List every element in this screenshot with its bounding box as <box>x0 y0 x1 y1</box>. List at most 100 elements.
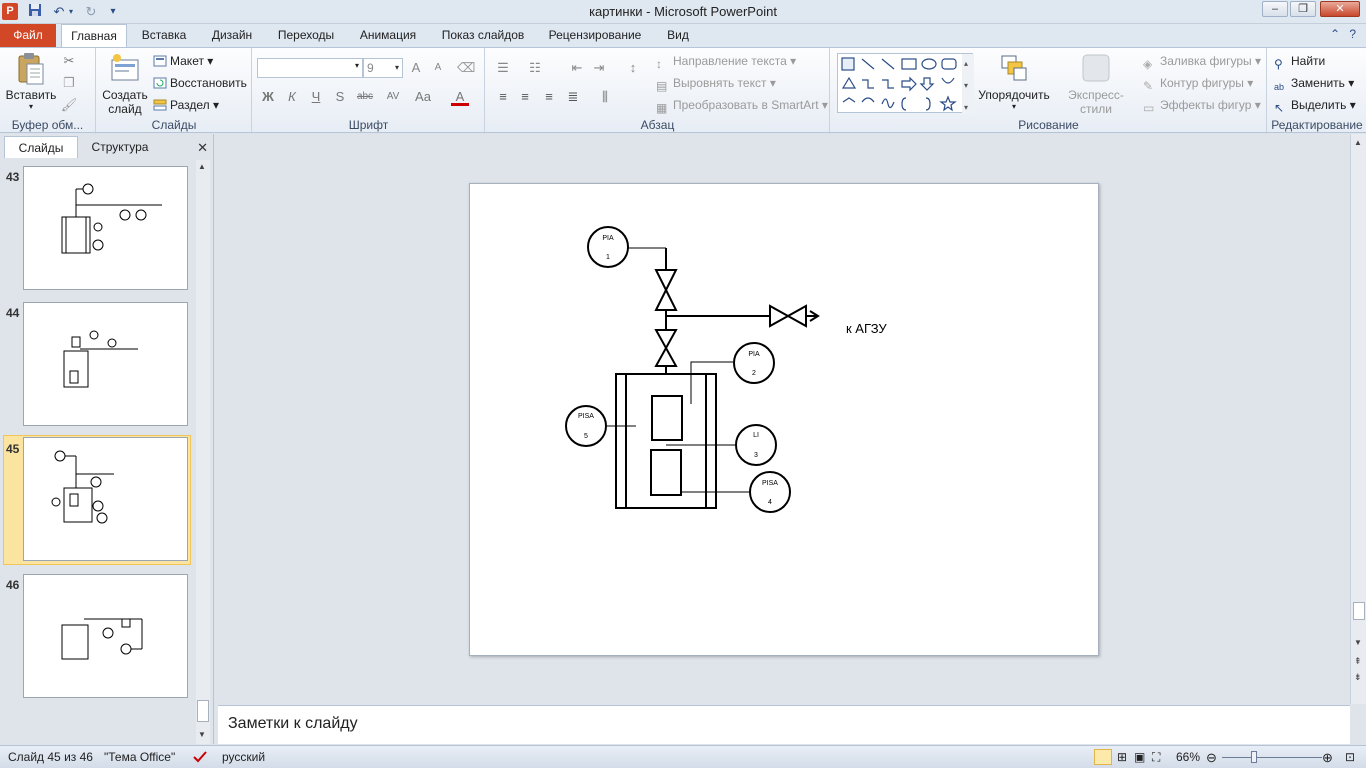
decrease-indent-icon[interactable]: ⇤ <box>568 59 586 77</box>
arrange-button[interactable]: Упорядочить ▾ <box>977 52 1051 111</box>
slide-thumbnail-45[interactable] <box>23 437 188 561</box>
justify-icon[interactable]: ≣ <box>564 88 582 106</box>
tab-slideshow[interactable]: Показ слайдов <box>436 24 530 47</box>
help-icon[interactable]: ? <box>1349 27 1356 41</box>
shapes-gallery[interactable]: ▴ ▾ ▾ <box>837 53 974 114</box>
format-painter-icon[interactable]: 🖌 <box>60 96 78 114</box>
tab-design[interactable]: Дизайн <box>203 24 261 47</box>
align-center-icon[interactable]: ≡ <box>516 88 534 106</box>
align-text-button[interactable]: ▤ Выровнять текст ▾ <box>656 74 776 93</box>
scroll-down-icon[interactable]: ▼ <box>1354 638 1362 647</box>
notes-pane[interactable]: Заметки к слайду <box>218 705 1350 744</box>
reset-button[interactable]: Восстановить <box>153 74 247 92</box>
bullets-icon[interactable]: ☰ <box>494 59 512 77</box>
scroll-up-icon[interactable]: ▲ <box>1354 138 1362 147</box>
new-slide-label-1: Создать <box>102 88 148 102</box>
tab-animation[interactable]: Анимация <box>352 24 424 47</box>
maximize-button[interactable]: ❐ <box>1290 1 1316 17</box>
zoom-level[interactable]: 66% <box>1176 750 1200 764</box>
horizontal-valve-right <box>785 304 807 328</box>
cut-icon[interactable]: ✂ <box>60 52 78 70</box>
next-slide-icon[interactable]: ⇟ <box>1354 672 1362 683</box>
scroll-thumb[interactable] <box>197 700 209 722</box>
columns-icon[interactable]: ⫼ <box>596 88 614 106</box>
tab-view[interactable]: Вид <box>660 24 696 47</box>
font-color-button[interactable]: A <box>451 88 469 106</box>
font-name-combo[interactable]: ▾ <box>257 58 363 78</box>
shape-effects-button[interactable]: ▭ Эффекты фигур ▾ <box>1143 96 1261 115</box>
tab-file[interactable]: Файл <box>0 24 56 47</box>
tab-slides[interactable]: Слайды <box>4 136 78 158</box>
minimize-button[interactable]: – <box>1262 1 1288 17</box>
language-indicator[interactable]: русский <box>222 750 265 764</box>
find-button[interactable]: ⚲ Найти <box>1274 52 1325 71</box>
normal-view-icon[interactable] <box>1094 749 1112 765</box>
tab-insert[interactable]: Вставка <box>135 24 193 47</box>
font-group-label: Шрифт <box>348 118 389 132</box>
shrink-font-button[interactable]: A <box>429 59 447 77</box>
select-button[interactable]: ↖ Выделить ▾ <box>1274 96 1356 115</box>
align-left-icon[interactable]: ≡ <box>494 88 512 106</box>
thumbnail-number: 44 <box>6 306 20 320</box>
copy-icon[interactable]: ❐ <box>60 74 78 92</box>
zoom-slider-thumb[interactable] <box>1251 751 1257 763</box>
thumbnails-scrollbar[interactable]: ▲ ▼ <box>196 160 210 744</box>
shape-outline-button[interactable]: ✎ Контур фигуры ▾ <box>1143 74 1253 93</box>
zoom-out-icon[interactable]: ⊖ <box>1206 750 1217 766</box>
shape-outline-label: Контур фигуры <box>1160 76 1244 90</box>
shadow-button[interactable]: S <box>331 88 349 106</box>
slide-scrollbar[interactable]: ▲ ▼ ⇞ ⇟ <box>1350 134 1366 704</box>
italic-button[interactable]: К <box>283 88 301 106</box>
replace-button[interactable]: ab Заменить ▾ <box>1274 74 1354 92</box>
shape-fill-button[interactable]: ◈ Заливка фигуры ▾ <box>1143 52 1261 71</box>
char-spacing-button[interactable]: AV <box>381 88 405 106</box>
numbering-icon[interactable]: ☷ <box>526 59 544 77</box>
scroll-thumb[interactable] <box>1353 602 1365 620</box>
editing-group-label: Редактирование <box>1271 118 1363 132</box>
pencil-icon: ✎ <box>1143 79 1154 93</box>
bold-button[interactable]: Ж <box>259 88 277 106</box>
collapse-ribbon-icon[interactable]: ⌃ <box>1330 27 1340 41</box>
tab-home[interactable]: Главная <box>61 24 127 47</box>
strikethrough-button[interactable]: abc <box>353 88 377 106</box>
theme-name[interactable]: "Тема Office" <box>104 750 175 764</box>
layout-button[interactable]: Макет ▾ <box>153 52 213 70</box>
vessel-upper-block <box>651 395 683 441</box>
quick-styles-button[interactable]: Экспресс-стили <box>1053 52 1139 116</box>
slide-thumbnail-46[interactable] <box>23 574 188 698</box>
increase-indent-icon[interactable]: ⇥ <box>590 59 608 77</box>
zoom-in-icon[interactable]: ⊕ <box>1322 750 1333 766</box>
text-direction-button[interactable]: ↕ Направление текста ▾ <box>656 52 796 71</box>
current-slide[interactable]: PIA 1 PIA 2 LI 3 PISA 4 PISA 5 к АГЗУ <box>469 183 1099 656</box>
close-panel-icon[interactable]: ✕ <box>197 140 208 156</box>
change-case-button[interactable]: Aa <box>411 88 435 106</box>
slide-thumbnail-43[interactable] <box>23 166 188 290</box>
section-button[interactable]: Раздел ▾ <box>153 96 219 114</box>
clear-format-icon[interactable]: ⌫ <box>457 59 475 77</box>
scroll-down-icon[interactable]: ▼ <box>198 730 206 739</box>
paste-button[interactable]: Вставить ▾ <box>4 52 58 111</box>
grow-font-button[interactable]: A <box>407 59 425 77</box>
paste-dropdown-icon: ▾ <box>28 102 33 111</box>
align-right-icon[interactable]: ≡ <box>540 88 558 106</box>
tab-transitions[interactable]: Переходы <box>272 24 340 47</box>
underline-button[interactable]: Ч <box>307 88 325 106</box>
close-button[interactable]: ✕ <box>1320 1 1360 17</box>
instrument-circle-2 <box>733 342 775 384</box>
fill-bucket-icon: ◈ <box>1143 57 1153 71</box>
font-size-combo[interactable]: 9 ▾ <box>363 58 403 78</box>
tab-review[interactable]: Рецензирование <box>541 24 649 47</box>
previous-slide-icon[interactable]: ⇞ <box>1354 656 1362 667</box>
reading-view-icon[interactable]: ▣ <box>1134 750 1145 764</box>
slideshow-icon[interactable]: ⛶ <box>1152 750 1160 765</box>
slide-sorter-icon[interactable]: ⊞ <box>1117 750 1127 764</box>
new-slide-button[interactable]: Создать слайд <box>101 52 149 116</box>
scroll-up-icon[interactable]: ▲ <box>198 162 206 171</box>
convert-smartart-button[interactable]: ▦ Преобразовать в SmartArt ▾ <box>656 96 828 115</box>
fit-to-window-icon[interactable]: ⊡ <box>1345 750 1355 764</box>
spellcheck-icon[interactable] <box>192 750 208 767</box>
zoom-slider[interactable] <box>1222 757 1322 758</box>
tab-outline[interactable]: Структура <box>82 136 158 158</box>
line-spacing-icon[interactable]: ↕ <box>624 59 642 77</box>
slide-thumbnail-44[interactable] <box>23 302 188 426</box>
